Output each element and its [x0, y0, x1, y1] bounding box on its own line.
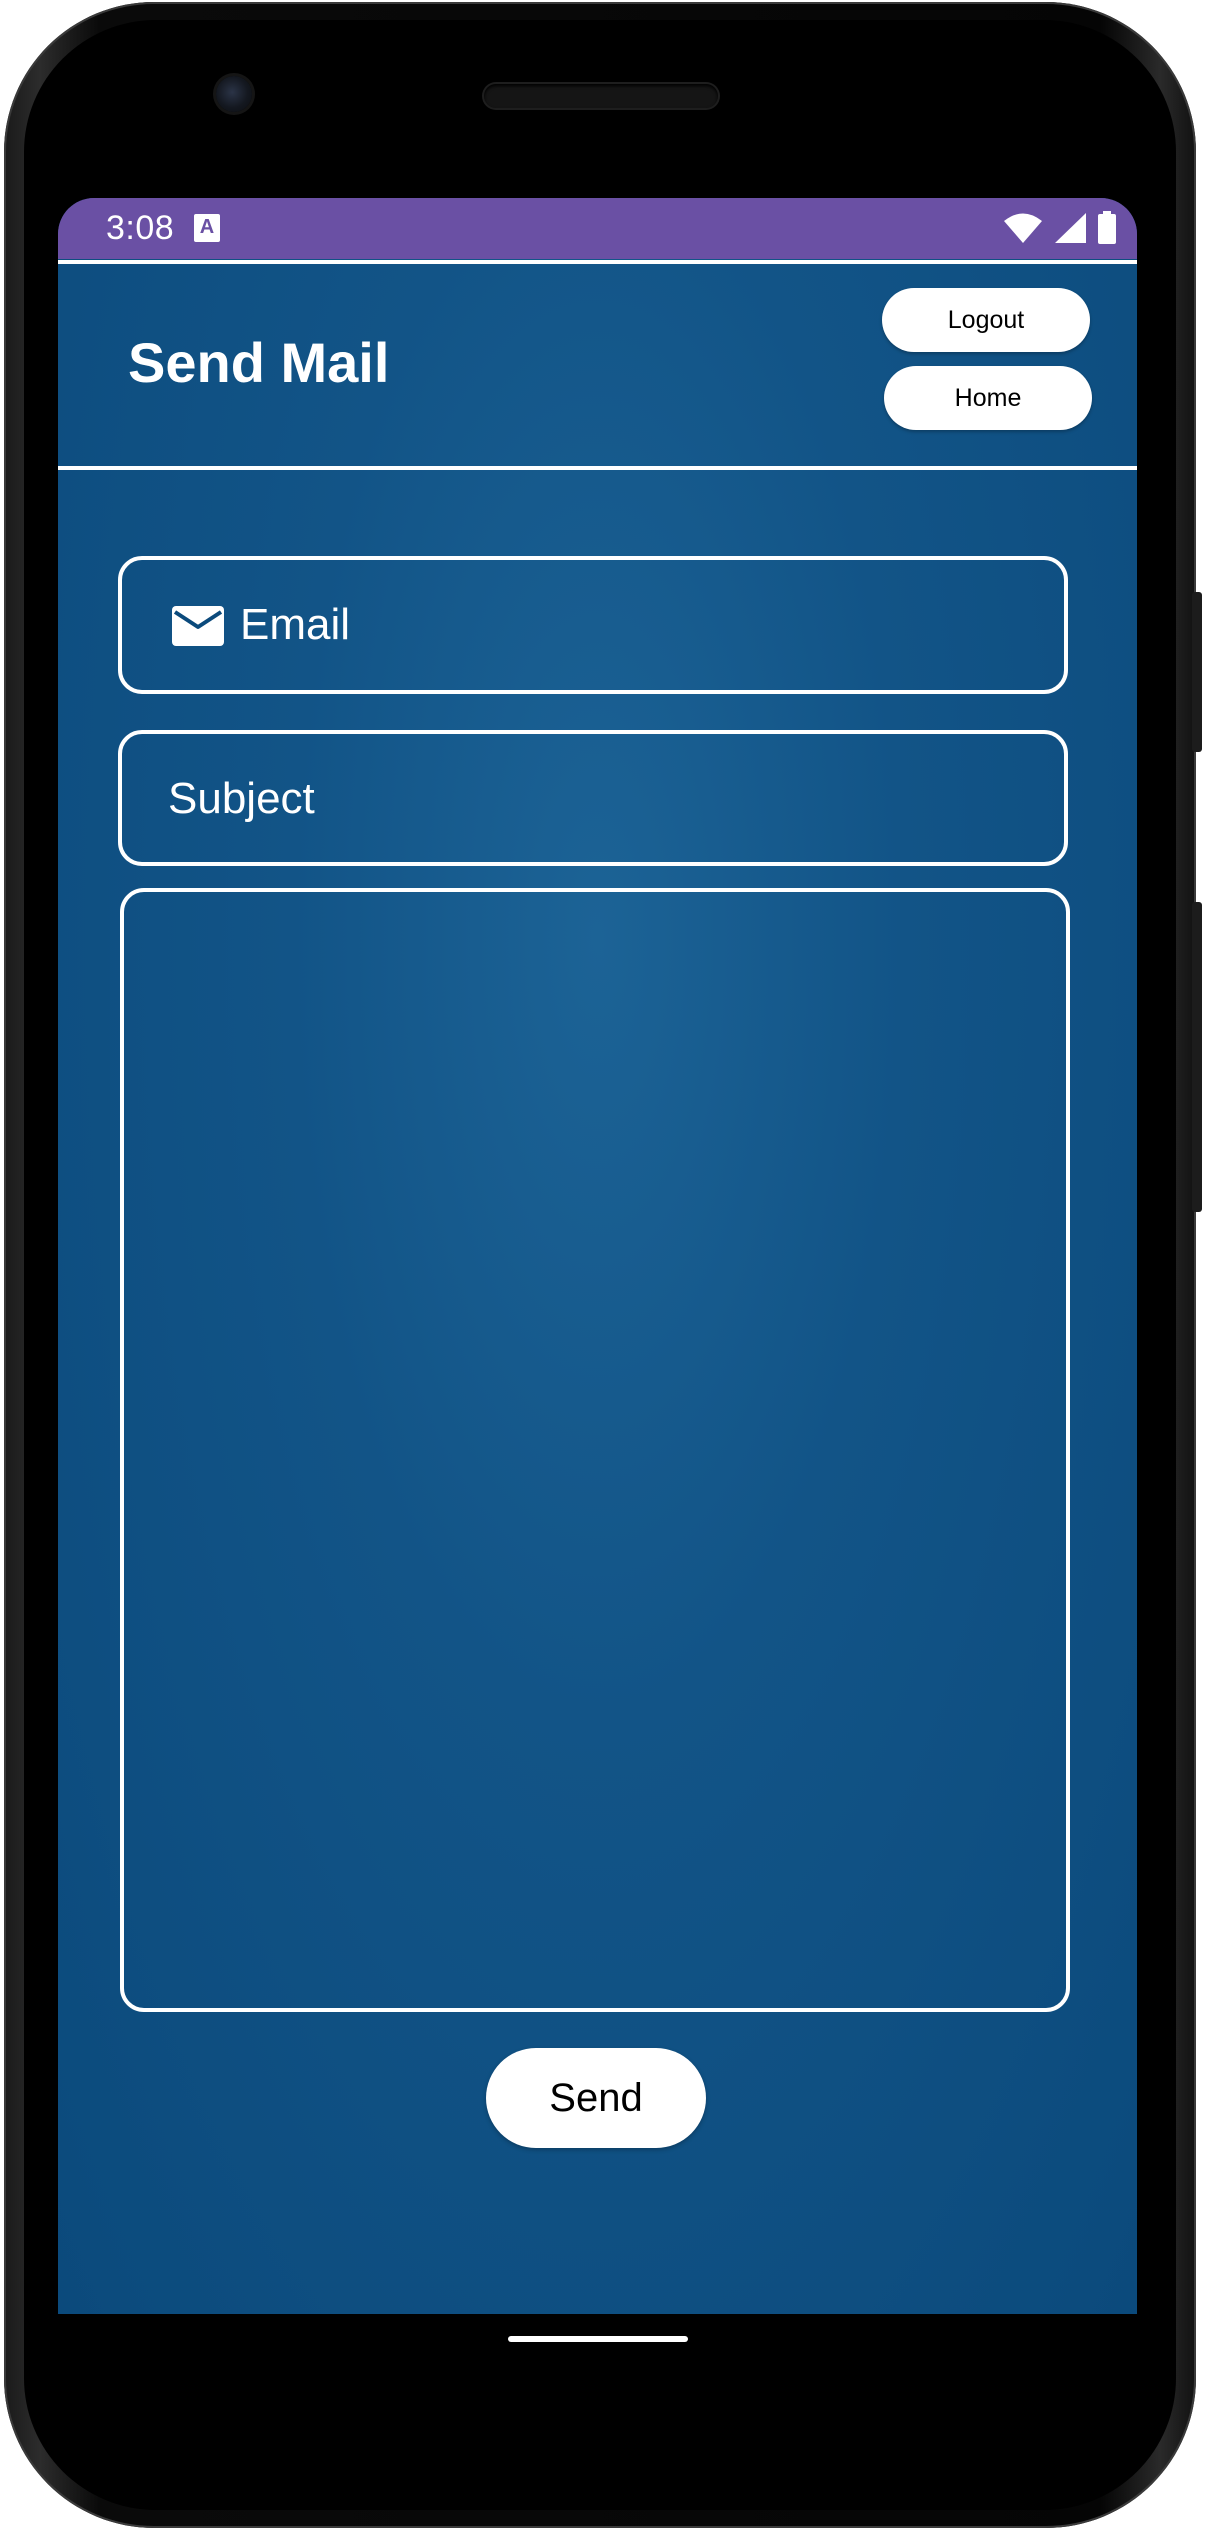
status-bar-divider	[58, 260, 1137, 264]
wifi-icon	[1004, 213, 1042, 243]
home-button[interactable]: Home	[884, 366, 1092, 430]
battery-icon	[1098, 211, 1116, 244]
email-field[interactable]: Email	[118, 556, 1068, 694]
front-camera	[216, 76, 252, 112]
subject-placeholder: Subject	[168, 774, 315, 823]
subject-field[interactable]: Subject	[118, 730, 1068, 866]
message-body-field[interactable]	[120, 888, 1070, 2012]
gesture-nav-handle[interactable]	[508, 2336, 688, 2342]
page-title: Send Mail	[128, 331, 390, 394]
app-screen: 3:08 A Send Mail Logout Home Email Subje…	[58, 198, 1137, 2314]
volume-button	[1192, 902, 1202, 1212]
send-button[interactable]: Send	[486, 2048, 706, 2148]
earpiece-speaker	[484, 84, 718, 108]
envelope-icon	[172, 606, 224, 646]
logout-button[interactable]: Logout	[882, 288, 1090, 352]
status-bar: 3:08 A	[58, 198, 1137, 259]
device-frame: 3:08 A Send Mail Logout Home Email Subje…	[0, 0, 1206, 2533]
status-time: 3:08	[106, 209, 175, 247]
keyboard-indicator-icon: A	[194, 214, 220, 242]
power-button	[1192, 592, 1202, 752]
signal-icon	[1055, 213, 1086, 243]
header-divider	[58, 466, 1137, 470]
status-icons	[1003, 208, 1117, 248]
email-placeholder: Email	[240, 600, 351, 649]
